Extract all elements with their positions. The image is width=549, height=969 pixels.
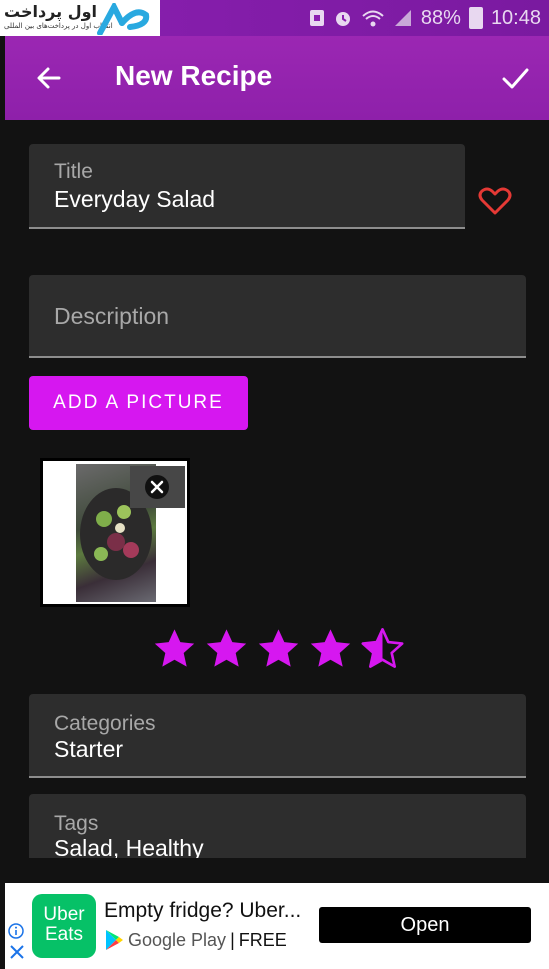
description-field[interactable]: Description	[29, 275, 526, 358]
ad-banner[interactable]: Uber Eats Empty fridge? Uber... Google P…	[5, 883, 549, 969]
ad-headline: Empty fridge? Uber...	[104, 899, 302, 922]
battery-percent: 88%	[420, 6, 461, 29]
uber-eats-logo: Uber Eats	[32, 894, 96, 958]
ad-logo-line1: Uber	[43, 904, 85, 925]
ad-store: Google Play	[128, 929, 227, 950]
rating-bar[interactable]	[152, 626, 405, 672]
categories-value: Starter	[54, 736, 124, 762]
categories-label: Categories	[54, 712, 156, 735]
tags-field[interactable]: Tags Salad, Healthy	[29, 794, 526, 858]
title-label: Title	[54, 160, 93, 183]
page-title: New Recipe	[115, 60, 273, 91]
tags-value: Salad, Healthy	[54, 835, 204, 858]
description-placeholder: Description	[54, 303, 170, 329]
status-icons: 88% 10:48	[309, 0, 541, 36]
categories-field[interactable]: Categories Starter	[29, 694, 526, 778]
clock: 10:48	[490, 6, 541, 29]
heart-outline-icon[interactable]	[478, 186, 512, 216]
logo-text: اول پرداخت	[4, 2, 98, 21]
add-picture-button[interactable]: ADD A PICTURE	[29, 376, 248, 430]
close-icon[interactable]	[8, 943, 26, 961]
title-value: Everyday Salad	[54, 186, 216, 212]
ad-separator: |	[230, 929, 235, 950]
tags-label: Tags	[54, 812, 99, 835]
app-bar: New Recipe	[5, 36, 549, 120]
info-icon[interactable]	[8, 923, 24, 939]
ad-open-button[interactable]: Open	[319, 907, 531, 943]
title-field[interactable]: Title Everyday Salad	[29, 144, 465, 229]
arrow-back-icon[interactable]	[33, 62, 65, 94]
sim-icon	[309, 10, 324, 26]
signal-icon	[394, 10, 411, 26]
star-filled-icon[interactable]	[256, 626, 301, 672]
ad-subline: Google Play | FREE	[104, 929, 287, 951]
battery-icon	[468, 7, 483, 29]
close-circle-icon	[145, 475, 169, 499]
star-filled-icon[interactable]	[204, 626, 249, 672]
ad-price: FREE	[238, 929, 287, 950]
remove-picture-button[interactable]	[130, 466, 185, 508]
google-play-icon	[106, 930, 123, 950]
star-filled-icon[interactable]	[152, 626, 197, 672]
watermark-logo: اول پرداخت انتخاب اول در پرداخت‌های بین …	[0, 0, 160, 36]
check-icon[interactable]	[499, 62, 531, 94]
star-filled-icon[interactable]	[308, 626, 353, 672]
ad-logo-line2: Eats	[44, 924, 84, 945]
star-half-icon[interactable]	[360, 626, 405, 672]
wifi-icon	[362, 10, 384, 27]
logo-mark-icon	[97, 3, 150, 35]
alarm-icon	[335, 12, 350, 26]
status-bar: اول پرداخت انتخاب اول در پرداخت‌های بین …	[0, 0, 549, 36]
